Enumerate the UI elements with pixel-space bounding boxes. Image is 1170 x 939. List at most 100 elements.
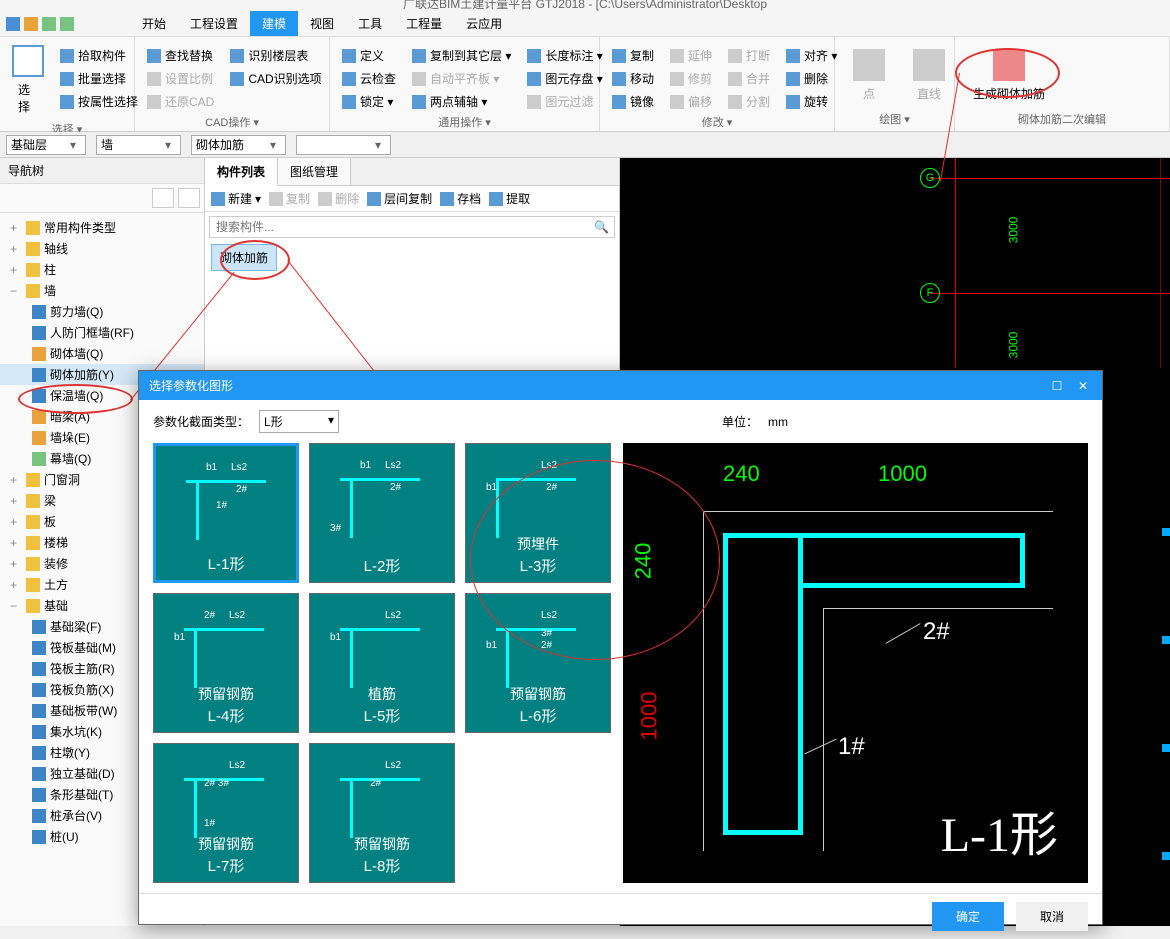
mark-1: 1# (838, 733, 865, 761)
nav-view-btn-1[interactable] (152, 188, 174, 208)
search-input[interactable] (209, 216, 615, 238)
shape-grid: b1Ls21#2# L-1形 b1Ls22#3# L-2形 Ls22#b1 预埋… (153, 443, 613, 883)
shape-l8[interactable]: Ls22# 预留钢筋 L-8形 (309, 743, 455, 883)
dialog-close-icon[interactable]: ✕ (1074, 379, 1092, 393)
nav-title: 导航树 (0, 158, 204, 184)
copy[interactable]: 复制 (608, 45, 658, 66)
select-button[interactable]: 选择 (8, 41, 48, 119)
tab-component-list[interactable]: 构件列表 (205, 158, 278, 186)
category-select[interactable]: 墙▾ (96, 135, 181, 155)
dialog-title: 选择参数化图形 (149, 377, 233, 394)
section-select[interactable]: L形▾ (259, 410, 339, 433)
define[interactable]: 定义 (338, 45, 400, 66)
new-component[interactable]: 新建 ▾ (211, 190, 261, 207)
tree-common[interactable]: +常用构件类型 (0, 217, 204, 238)
tree-wall[interactable]: −墙 (0, 280, 204, 301)
ribbon: 选择 拾取构件 批量选择 按属性选择 选择 ▾ 查找替换 设置比例 还原CAD … (0, 37, 1170, 132)
tab-tool[interactable]: 工具 (346, 11, 394, 36)
dim-2: 3000 (1006, 332, 1020, 359)
pick-element[interactable]: 拾取构件 (56, 45, 142, 66)
tree-axis[interactable]: +轴线 (0, 238, 204, 259)
tab-cloud[interactable]: 云应用 (454, 11, 514, 36)
rotate[interactable]: 旋转 (782, 91, 841, 112)
type-select[interactable]: 砌体加筋▾ (191, 135, 286, 155)
split: 分割 (724, 91, 774, 112)
shape-l1[interactable]: b1Ls21#2# L-1形 (153, 443, 299, 583)
axis-g: G (920, 168, 940, 188)
axis-f: F (920, 283, 940, 303)
tree-column[interactable]: +柱 (0, 259, 204, 280)
attr-select[interactable]: 按属性选择 (56, 91, 142, 112)
group-general-label[interactable]: 通用操作 ▾ (338, 112, 591, 130)
offset: 偏移 (666, 91, 716, 112)
shape-l6[interactable]: Ls23#2#b1 预留钢筋 L-6形 (465, 593, 611, 733)
batch-select[interactable]: 批量选择 (56, 68, 142, 89)
tab-view[interactable]: 视图 (298, 11, 346, 36)
shape-l4[interactable]: 2#Ls2b1 预留钢筋 L-4形 (153, 593, 299, 733)
tree-rfwall[interactable]: 人防门框墙(RF) (0, 322, 204, 343)
shape-l7[interactable]: Ls22# 3#1# 预留钢筋 L-7形 (153, 743, 299, 883)
tab-qty[interactable]: 工程量 (394, 11, 454, 36)
align[interactable]: 对齐 ▾ (782, 45, 841, 66)
dialog-titlebar[interactable]: 选择参数化图形 ☐ ✕ (139, 371, 1102, 400)
dim-length: 1000 (878, 461, 927, 487)
shape-l2[interactable]: b1Ls22#3# L-2形 (309, 443, 455, 583)
parametric-dialog: 选择参数化图形 ☐ ✕ 参数化截面类型： L形▾ 单位： mm b1Ls21#2… (138, 370, 1103, 925)
dim-1: 3000 (1006, 217, 1020, 244)
find-replace[interactable]: 查找替换 (143, 45, 218, 66)
element-filter: 图元过滤 (523, 91, 606, 112)
shape-l3[interactable]: Ls22#b1 预埋件 L-3形 (465, 443, 611, 583)
component-item[interactable]: 砌体加筋 (211, 244, 277, 271)
dim-height: 240 (630, 543, 656, 580)
dim-depth: 1000 (636, 692, 662, 741)
group-draw-label[interactable]: 绘图 ▾ (843, 109, 946, 127)
draw-line: 直线 (903, 41, 955, 109)
identify-floor[interactable]: 识别楼层表 (226, 45, 325, 66)
auto-align: 自动平齐板 ▾ (408, 68, 515, 89)
floor-select[interactable]: 基础层▾ (6, 135, 86, 155)
restore-cad: 还原CAD (143, 91, 218, 112)
archive[interactable]: 存档 (440, 190, 481, 207)
tab-drawing-mgmt[interactable]: 图纸管理 (278, 158, 351, 185)
ok-button[interactable]: 确定 (932, 902, 1004, 931)
search-icon[interactable]: 🔍 (594, 220, 609, 234)
section-label: 参数化截面类型： (153, 413, 249, 430)
tree-masonrywall[interactable]: 砌体墙(Q) (0, 343, 204, 364)
preview-label: L-1形 (941, 795, 1058, 865)
undo-icon[interactable] (42, 17, 56, 31)
generate-masonry-rebar[interactable]: 生成砌体加筋 (963, 41, 1055, 109)
element-stock[interactable]: 图元存盘 ▾ (523, 68, 606, 89)
length-dim[interactable]: 长度标注 ▾ (523, 45, 606, 66)
redo-icon[interactable] (60, 17, 74, 31)
tab-model[interactable]: 建模 (250, 11, 298, 36)
dim-width: 240 (723, 461, 760, 487)
extract[interactable]: 提取 (489, 190, 530, 207)
cancel-button[interactable]: 取消 (1016, 902, 1088, 931)
unit-label: 单位： (722, 413, 758, 430)
lock[interactable]: 锁定 ▾ (338, 91, 400, 112)
delete[interactable]: 删除 (782, 68, 841, 89)
shape-l5[interactable]: Ls2b1 植筋 L-5形 (309, 593, 455, 733)
save-icon[interactable] (24, 17, 38, 31)
group-cad-label[interactable]: CAD操作 ▾ (143, 112, 321, 130)
copy-floor[interactable]: 复制到其它层 ▾ (408, 45, 515, 66)
delete-component: 删除 (318, 190, 359, 207)
cloud-check[interactable]: 云检查 (338, 68, 400, 89)
mirror[interactable]: 镜像 (608, 91, 658, 112)
dialog-max-icon[interactable]: ☐ (1048, 379, 1066, 393)
tab-project[interactable]: 工程设置 (178, 11, 250, 36)
move[interactable]: 移动 (608, 68, 658, 89)
nav-toolbar (0, 184, 204, 213)
tab-start[interactable]: 开始 (130, 11, 178, 36)
shape-preview: 240 1000 240 1000 1# 2# L-1形 (623, 443, 1088, 883)
floor-copy[interactable]: 层间复制 (367, 190, 432, 207)
merge: 合并 (724, 68, 774, 89)
tree-shearwall[interactable]: 剪力墙(Q) (0, 301, 204, 322)
two-point[interactable]: 两点辅轴 ▾ (408, 91, 515, 112)
group-special-label: 砌体加筋二次编辑 (963, 109, 1161, 127)
cad-options[interactable]: CAD识别选项 (226, 68, 325, 89)
group-modify-label[interactable]: 修改 ▾ (608, 112, 826, 130)
break: 打断 (724, 45, 774, 66)
instance-select[interactable]: ▾ (296, 135, 391, 155)
nav-view-btn-2[interactable] (178, 188, 200, 208)
